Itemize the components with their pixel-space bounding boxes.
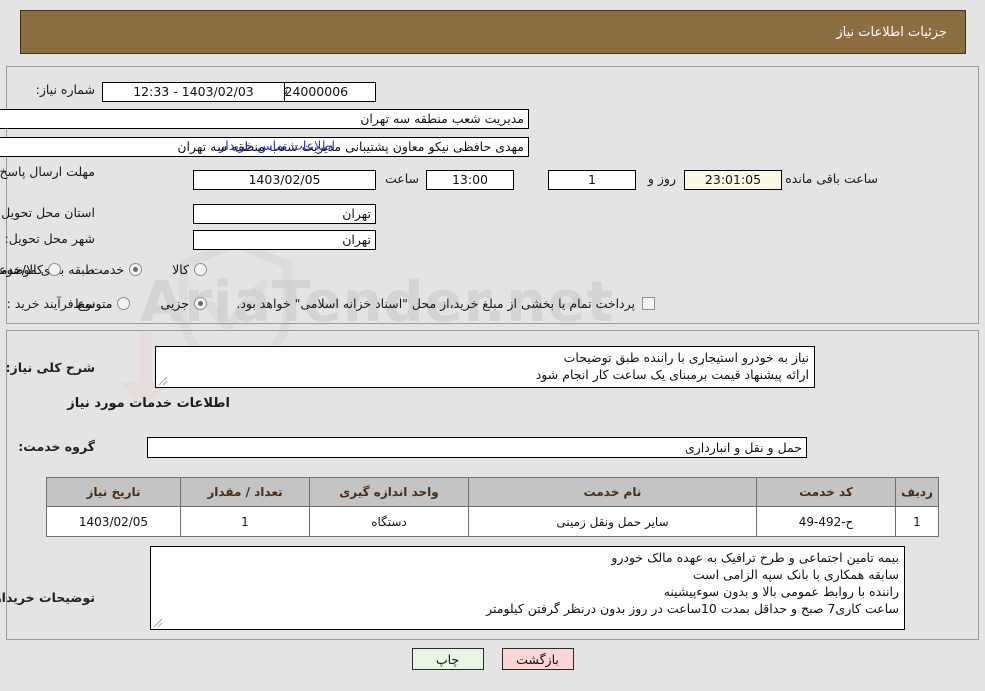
service-group-label: گروه خدمت: (18, 439, 95, 454)
page-title: جزئیات اطلاعات نیاز (836, 24, 947, 40)
service-group-row: گروه خدمت: (18, 439, 95, 454)
category-option-label-2: کالا/خدمت (0, 262, 43, 277)
hour-label: ساعت (384, 171, 419, 186)
table-header-row: ردیف کد خدمت نام خدمت واحد اندازه گیری تعداد… (46, 477, 939, 507)
province-value: تهران (193, 204, 376, 224)
buyer-contact-link[interactable]: اطلاعات تماس خریدار (219, 138, 335, 153)
need-number-row: شماره نیاز: (36, 82, 95, 97)
services-table: ردیف کد خدمت نام خدمت واحد اندازه گیری تعداد… (46, 477, 939, 537)
table-header-cell: واحد اندازه گیری (309, 477, 469, 507)
buyer-notes-line-4: ساعت کاری7 صبح و حداقل بمدت 10ساعت در رو… (486, 601, 899, 616)
table-cell-unit: دستگاه (309, 506, 469, 537)
process-option-label-0: جزیی (160, 296, 189, 311)
print-button[interactable]: چاپ (411, 648, 484, 670)
category-option-1[interactable]: خدمت (90, 262, 143, 277)
process-option-label-1: متوسط (73, 296, 113, 311)
table-header-cell: تاریخ نیاز (46, 477, 181, 507)
table-cell-name: سایر حمل ونقل زمینی (468, 506, 757, 537)
city-label: شهر محل تحویل: (4, 231, 95, 246)
resize-grip-icon[interactable] (158, 376, 168, 386)
deadline-date-value: 1403/02/05 (193, 170, 376, 190)
category-radio-2[interactable] (47, 263, 61, 276)
table-cell-code: ح-492-49 (756, 506, 896, 537)
process-radio-0[interactable] (194, 297, 207, 310)
hour-label-wrap: ساعت (385, 171, 419, 186)
buyer-notes-textarea[interactable]: بیمه تامین اجتماعی و طرح ترافیک به عهده … (150, 546, 905, 630)
service-group-value: حمل و نقل و انبارداری (147, 437, 807, 458)
category-radio-1[interactable] (129, 263, 143, 276)
city-value: تهران (193, 230, 376, 250)
description-label-wrap: شرح کلی نیاز: (6, 360, 95, 375)
buyer-notes-label-wrap: توضیحات خریدار: (0, 590, 95, 605)
countdown-unit-label: ساعت باقی مانده (785, 171, 878, 186)
city-row: شهر محل تحویل: (5, 231, 95, 246)
contact-link-wrap[interactable]: اطلاعات تماس خریدار (219, 138, 335, 153)
action-button-bar: بازگشت چاپ (0, 648, 985, 670)
table-cell-index: 1 (895, 506, 939, 537)
table-header-cell: کد خدمت (756, 477, 896, 507)
description-line-2: ارائه پیشنهاد قیمت برمبنای یک ساعت کار ا… (535, 367, 809, 382)
process-option-0[interactable]: جزیی (160, 296, 207, 311)
services-table-wrap: ردیف کد خدمت نام خدمت واحد اندازه گیری تعداد… (46, 477, 939, 537)
page-title-bar: جزئیات اطلاعات نیاز (20, 10, 966, 54)
deadline-row: مهلت ارسال پاسخ: تا تاریخ: (0, 164, 95, 180)
announce-value: 1403/02/03 - 12:33 (102, 82, 285, 102)
treasury-checkbox[interactable] (642, 297, 655, 310)
days-unit-label: روز و (647, 171, 676, 186)
buyer-notes-line-2: سابقه همکاری با بانک سپه الزامی است (692, 567, 899, 582)
services-heading: اطلاعات خدمات مورد نیاز (67, 396, 230, 411)
countdown-unit-wrap: ساعت باقی مانده (785, 171, 878, 186)
description-textarea[interactable]: نیاز به خودرو استیجاری با راننده طبق توض… (155, 346, 815, 388)
category-options: کالا خدمت کالا/خدمت (0, 262, 207, 277)
need-info-panel (6, 66, 979, 324)
category-option-label-1: خدمت (90, 262, 125, 277)
category-radio-0[interactable] (194, 263, 207, 276)
deadline-time-value: 13:00 (426, 170, 514, 190)
need-number-label: شماره نیاز: (35, 82, 95, 97)
treasury-checkbox-row[interactable]: پرداخت تمام یا بخشی از مبلغ خرید،از محل … (236, 296, 655, 311)
countdown-value: 23:01:05 (684, 170, 782, 190)
table-header-cell: نام خدمت (468, 477, 757, 507)
buyer-notes-label: توضیحات خریدار: (0, 590, 95, 605)
process-options: جزیی متوسط (43, 296, 207, 311)
table-cell-date: 1403/02/05 (46, 506, 181, 537)
deadline-label: مهلت ارسال پاسخ: تا تاریخ: (0, 164, 95, 179)
province-row: استان محل تحویل: (0, 205, 95, 220)
province-label: استان محل تحویل: (0, 205, 95, 220)
buyer-notes-line-1: بیمه تامین اجتماعی و طرح ترافیک به عهده … (611, 550, 899, 565)
resize-grip-icon[interactable] (153, 618, 163, 628)
category-option-label-0: کالا (172, 262, 189, 277)
table-header-cell: ردیف (895, 477, 939, 507)
process-radio-1[interactable] (117, 297, 131, 310)
description-label: شرح کلی نیاز: (5, 360, 95, 375)
category-option-0[interactable]: کالا (172, 262, 207, 277)
buyer-notes-line-3: راننده با روابط عمومی بالا و بدون سوءپیش… (663, 584, 899, 599)
category-option-2[interactable]: کالا/خدمت (0, 262, 61, 277)
table-cell-qty: 1 (180, 506, 310, 537)
table-header-cell: تعداد / مقدار (180, 477, 310, 507)
description-line-1: نیاز به خودرو استیجاری با راننده طبق توض… (563, 350, 809, 365)
back-button[interactable]: بازگشت (501, 648, 574, 670)
treasury-checkbox-label: پرداخت تمام یا بخشی از مبلغ خرید،از محل … (236, 296, 635, 311)
buyer-org-value: مدیریت شعب منطقه سه تهران (0, 109, 529, 129)
table-row[interactable]: 1 ح-492-49 سایر حمل ونقل زمینی دستگاه 1 1403/… (46, 506, 939, 537)
days-unit-wrap: روز و (648, 171, 676, 186)
table-body: 1 ح-492-49 سایر حمل ونقل زمینی دستگاه 1 1403/… (46, 506, 939, 537)
remaining-days-value: 1 (548, 170, 636, 190)
process-option-1[interactable]: متوسط (73, 296, 131, 311)
